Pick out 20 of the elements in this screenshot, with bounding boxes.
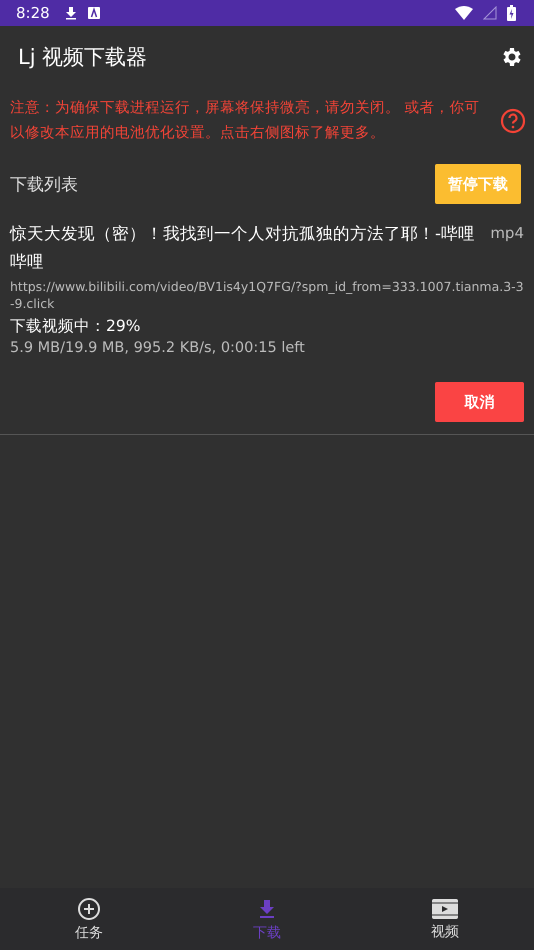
battery-icon [507,5,516,21]
battery-notice: 注意：为确保下载进程运行，屏幕将保持微亮，请勿关闭。 或者，你可以修改本应用的电池优化设置。点击右侧图标了解更多。 [10,98,481,143]
nav-tab[interactable]: 下载 [178,888,356,950]
video-url: https://www.bilibili.com/video/BV1is4y1Q7FG/?spm_id_from=333.1007.tianma.3-3-9.click [10,278,524,312]
wifi-icon [455,6,473,20]
video-title: 惊天大发现（密）！我找到一个人对抗孤独的方法了耶！-哔哩哔哩 [10,223,476,273]
list-heading: 下载列表 [10,174,78,196]
signal-icon [483,6,497,20]
nav-tab[interactable]: 任务 [0,888,178,950]
film-icon [431,898,459,920]
nav-tab[interactable]: 视频 [356,888,534,950]
app-title: Lj 视频下载器 [18,44,148,71]
download-icon [64,6,78,20]
app-notification-icon [88,7,100,19]
video-format: mp4 [490,223,524,244]
status-time: 8:28 [16,4,50,22]
help-icon[interactable] [500,108,526,134]
download-status: 下载视频中：29% [10,316,142,337]
add-circle-icon [77,896,101,920]
cancel-button[interactable]: 取消 [435,382,524,422]
